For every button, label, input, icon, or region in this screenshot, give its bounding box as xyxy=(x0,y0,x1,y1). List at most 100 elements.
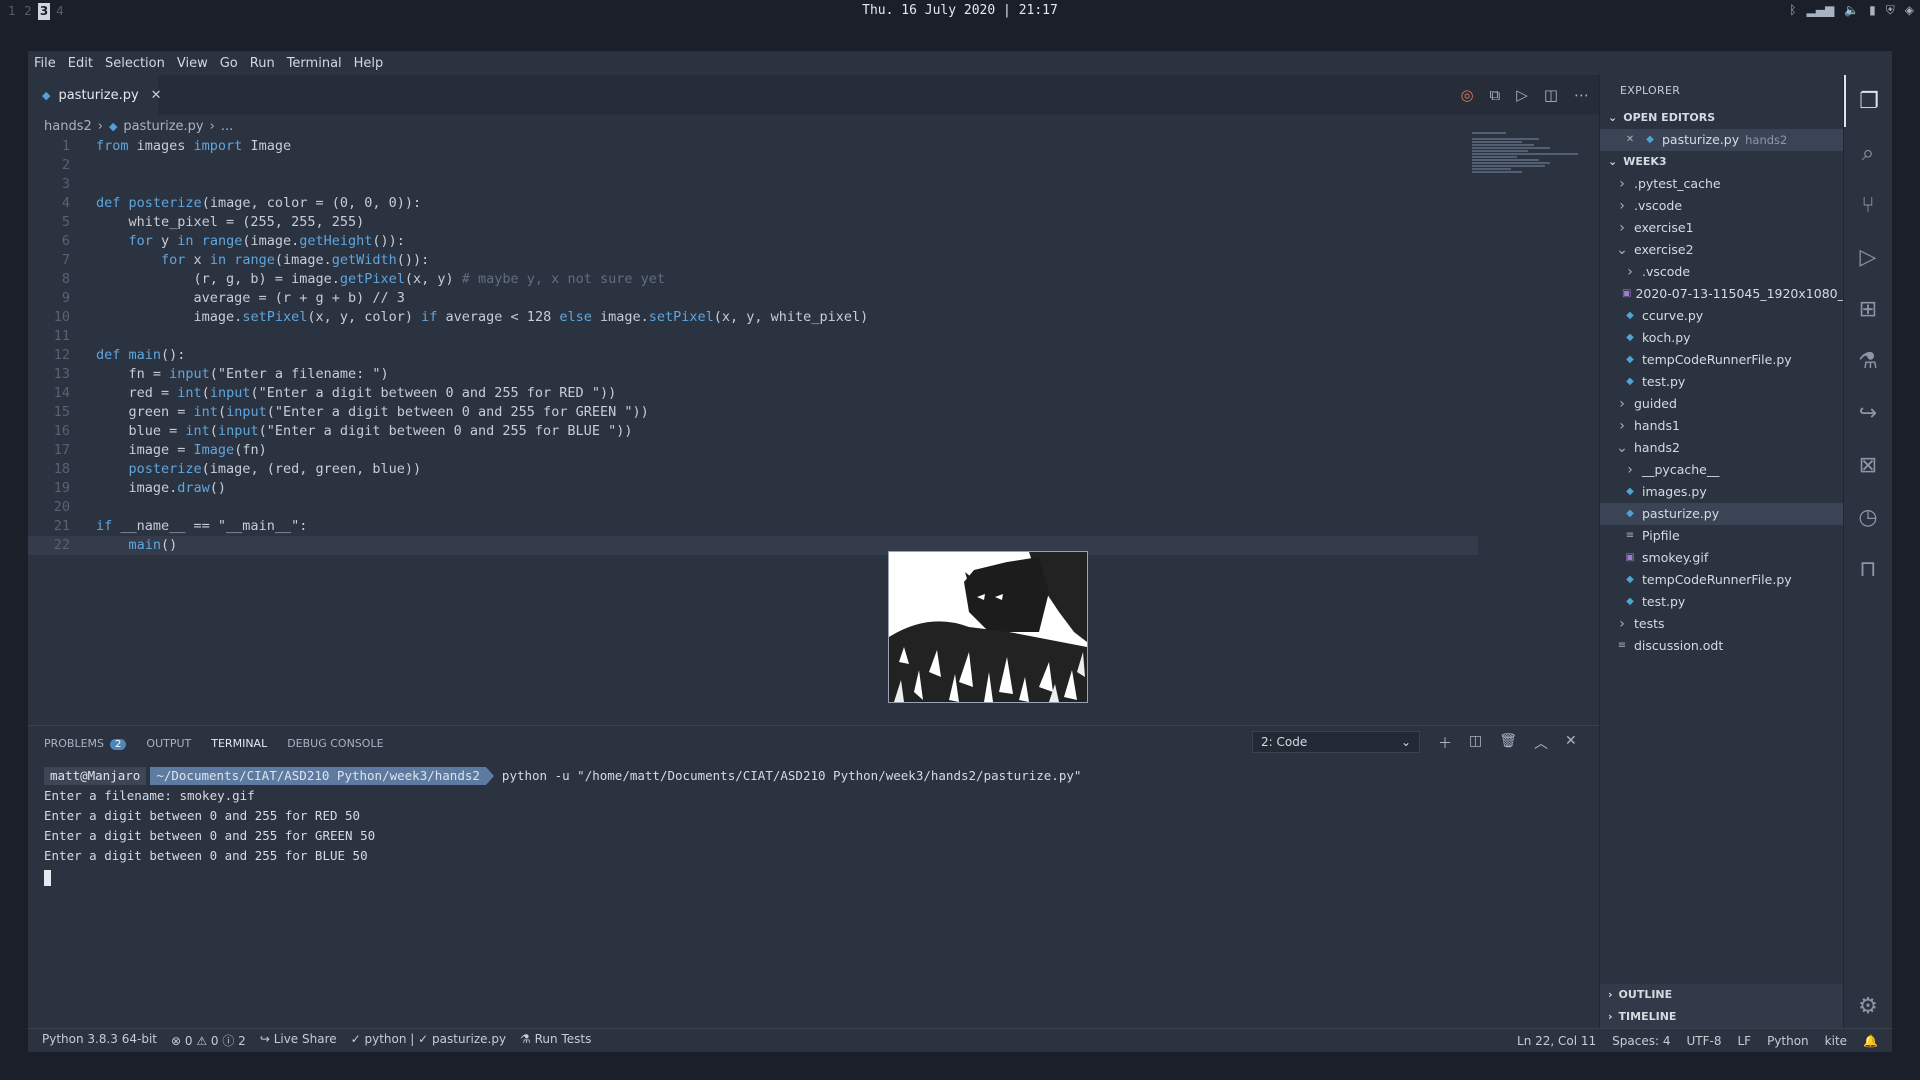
tree-file[interactable]: ◆ ccurve.py xyxy=(1600,305,1843,327)
run-icon[interactable]: ▷ xyxy=(1516,86,1528,104)
code-line[interactable]: 11 xyxy=(28,327,1478,346)
kite-icon[interactable]: ◎ xyxy=(1460,86,1473,104)
menu-selection[interactable]: Selection xyxy=(105,56,165,71)
language-mode[interactable]: Python xyxy=(1767,1034,1809,1048)
maximize-panel-icon[interactable]: ︿ xyxy=(1534,733,1548,753)
code-line[interactable]: 16 blue = int(input("Enter a digit betwe… xyxy=(28,422,1478,441)
code-line[interactable]: 6 for y in range(image.getHeight()): xyxy=(28,232,1478,251)
menu-go[interactable]: Go xyxy=(220,56,238,71)
image-preview-window[interactable] xyxy=(888,551,1088,703)
open-preview-icon[interactable]: ⧉ xyxy=(1490,86,1501,104)
code-line[interactable]: 9 average = (r + g + b) // 3 xyxy=(28,289,1478,308)
network-icon[interactable]: ▂▄▆ xyxy=(1807,3,1835,18)
tree-folder[interactable]: › tests xyxy=(1600,613,1843,635)
code-line[interactable]: 10 image.setPixel(x, y, color) if averag… xyxy=(28,308,1478,327)
tree-file[interactable]: ≡ Pipfile xyxy=(1600,525,1843,547)
terminal[interactable]: matt@Manjaro ~/Documents/CIAT/ASD210 Pyt… xyxy=(44,766,1081,892)
tree-folder[interactable]: › .vscode xyxy=(1600,261,1843,283)
tree-folder[interactable]: ⌄ hands2 xyxy=(1600,437,1843,459)
bookmark-icon[interactable]: ⊓ xyxy=(1844,543,1892,595)
tree-folder[interactable]: › hands1 xyxy=(1600,415,1843,437)
cursor-position[interactable]: Ln 22, Col 11 xyxy=(1517,1034,1596,1048)
tab-output[interactable]: OUTPUT xyxy=(146,737,191,750)
tree-file[interactable]: ▣ 2020-07-13-115045_1920x1080_... xyxy=(1600,283,1843,305)
code-line[interactable]: 12 def main(): xyxy=(28,346,1478,365)
notifications-icon[interactable]: 🔔 xyxy=(1863,1034,1878,1048)
tree-file[interactable]: ◆ tempCodeRunnerFile.py xyxy=(1600,349,1843,371)
open-editors-section[interactable]: ⌄ OPEN EDITORS xyxy=(1600,107,1843,129)
extensions-icon[interactable]: ⊞ xyxy=(1844,283,1892,335)
gear-icon[interactable]: ⚙ xyxy=(1844,980,1892,1032)
tree-folder[interactable]: › .pytest_cache xyxy=(1600,173,1843,195)
breadcrumb-file[interactable]: pasturize.py xyxy=(123,119,203,134)
tree-file[interactable]: ◆ images.py xyxy=(1600,481,1843,503)
indentation[interactable]: Spaces: 4 xyxy=(1612,1034,1670,1048)
tree-file[interactable]: ≡ discussion.odt xyxy=(1600,635,1843,657)
code-line[interactable]: 2 xyxy=(28,156,1478,175)
breadcrumb-symbol[interactable]: ... xyxy=(221,119,233,134)
tree-folder[interactable]: › .vscode xyxy=(1600,195,1843,217)
source-control-icon[interactable]: ⑂ xyxy=(1844,179,1892,231)
split-terminal-icon[interactable]: ◫ xyxy=(1469,733,1482,753)
tab-terminal[interactable]: TERMINAL xyxy=(211,737,267,750)
code-line[interactable]: 22 main() xyxy=(28,536,1478,555)
code-line[interactable]: 13 fn = input("Enter a filename: ") xyxy=(28,365,1478,384)
kite-status[interactable]: kite xyxy=(1825,1034,1847,1048)
outline-section[interactable]: › OUTLINE xyxy=(1600,984,1844,1006)
code-line[interactable]: 8 (r, g, b) = image.getPixel(x, y) # may… xyxy=(28,270,1478,289)
search-icon[interactable]: ⌕ xyxy=(1844,127,1892,179)
menu-terminal[interactable]: Terminal xyxy=(287,56,342,71)
code-line[interactable]: 20 xyxy=(28,498,1478,517)
volume-icon[interactable]: 🔈 xyxy=(1844,3,1859,18)
code-editor[interactable]: 1 from images import Image 2 3 4 def posteriz… xyxy=(28,137,1478,555)
testing-flask-icon[interactable]: ⚗ xyxy=(1844,335,1892,387)
tree-file[interactable]: ◆ koch.py xyxy=(1600,327,1843,349)
tree-file[interactable]: ▣ smokey.gif xyxy=(1600,547,1843,569)
shield-icon[interactable]: ⛨ xyxy=(1886,3,1895,18)
code-line[interactable]: 7 for x in range(image.getWidth()): xyxy=(28,251,1478,270)
more-actions-icon[interactable]: ⋯ xyxy=(1574,86,1589,104)
add-terminal-icon[interactable]: ＋ xyxy=(1438,733,1452,753)
tab-debug-console[interactable]: DEBUG CONSOLE xyxy=(287,737,383,750)
timeline-section[interactable]: › TIMELINE xyxy=(1600,1006,1844,1028)
tree-folder[interactable]: › guided xyxy=(1600,393,1843,415)
updates-icon[interactable]: ◈ xyxy=(1905,3,1914,18)
menu-help[interactable]: Help xyxy=(354,56,384,71)
minimap[interactable] xyxy=(1472,131,1584,187)
editor-tab-pasturize[interactable]: ◆ pasturize.py ✕ xyxy=(28,75,162,115)
code-line[interactable]: 5 white_pixel = (255, 255, 255) xyxy=(28,213,1478,232)
close-icon[interactable]: ✕ xyxy=(1622,129,1638,151)
end-of-line[interactable]: LF xyxy=(1737,1034,1751,1048)
workspace-root-section[interactable]: ⌄ WEEK3 xyxy=(1600,151,1843,173)
code-line[interactable]: 17 image = Image(fn) xyxy=(28,441,1478,460)
menu-file[interactable]: File xyxy=(34,56,56,71)
tree-file[interactable]: ◆ tempCodeRunnerFile.py xyxy=(1600,569,1843,591)
run-tests-button[interactable]: ⚗ Run Tests xyxy=(520,1032,591,1049)
tree-file[interactable]: ◆ pasturize.py xyxy=(1600,503,1843,525)
tab-problems[interactable]: PROBLEMS 2 xyxy=(44,737,127,750)
code-line[interactable]: 4 def posterize(image, color = (0, 0, 0))… xyxy=(28,194,1478,213)
timeline-icon[interactable]: ◷ xyxy=(1844,491,1892,543)
menu-run[interactable]: Run xyxy=(250,56,275,71)
breadcrumb-folder[interactable]: hands2 xyxy=(44,119,92,134)
tree-folder[interactable]: › __pycache__ xyxy=(1600,459,1843,481)
trash-icon[interactable]: 🗑 xyxy=(1499,733,1517,753)
live-share-icon[interactable]: ↪ xyxy=(1844,387,1892,439)
close-icon[interactable]: ✕ xyxy=(151,88,162,103)
menu-edit[interactable]: Edit xyxy=(68,56,93,71)
open-editor-item[interactable]: ✕ ◆ pasturize.py hands2 xyxy=(1600,129,1843,151)
problems-indicator[interactable]: ⊗ 0 ⚠ 0 ⓘ 2 xyxy=(171,1032,246,1049)
run-debug-icon[interactable]: ▷ xyxy=(1844,231,1892,283)
remote-explorer-icon[interactable]: ⊠ xyxy=(1844,439,1892,491)
code-line[interactable]: 15 green = int(input("Enter a digit betw… xyxy=(28,403,1478,422)
python-interpreter[interactable]: Python 3.8.3 64-bit xyxy=(42,1032,157,1049)
explorer-icon[interactable]: ❐ xyxy=(1844,75,1892,127)
code-line[interactable]: 3 xyxy=(28,175,1478,194)
encoding[interactable]: UTF-8 xyxy=(1686,1034,1721,1048)
tree-file[interactable]: ◆ test.py xyxy=(1600,371,1843,393)
code-line[interactable]: 1 from images import Image xyxy=(28,137,1478,156)
menu-view[interactable]: View xyxy=(177,56,208,71)
code-line[interactable]: 18 posterize(image, (red, green, blue)) xyxy=(28,460,1478,479)
terminal-select[interactable]: 2: Code ⌄ xyxy=(1252,731,1420,753)
close-panel-icon[interactable]: ✕ xyxy=(1565,733,1577,753)
